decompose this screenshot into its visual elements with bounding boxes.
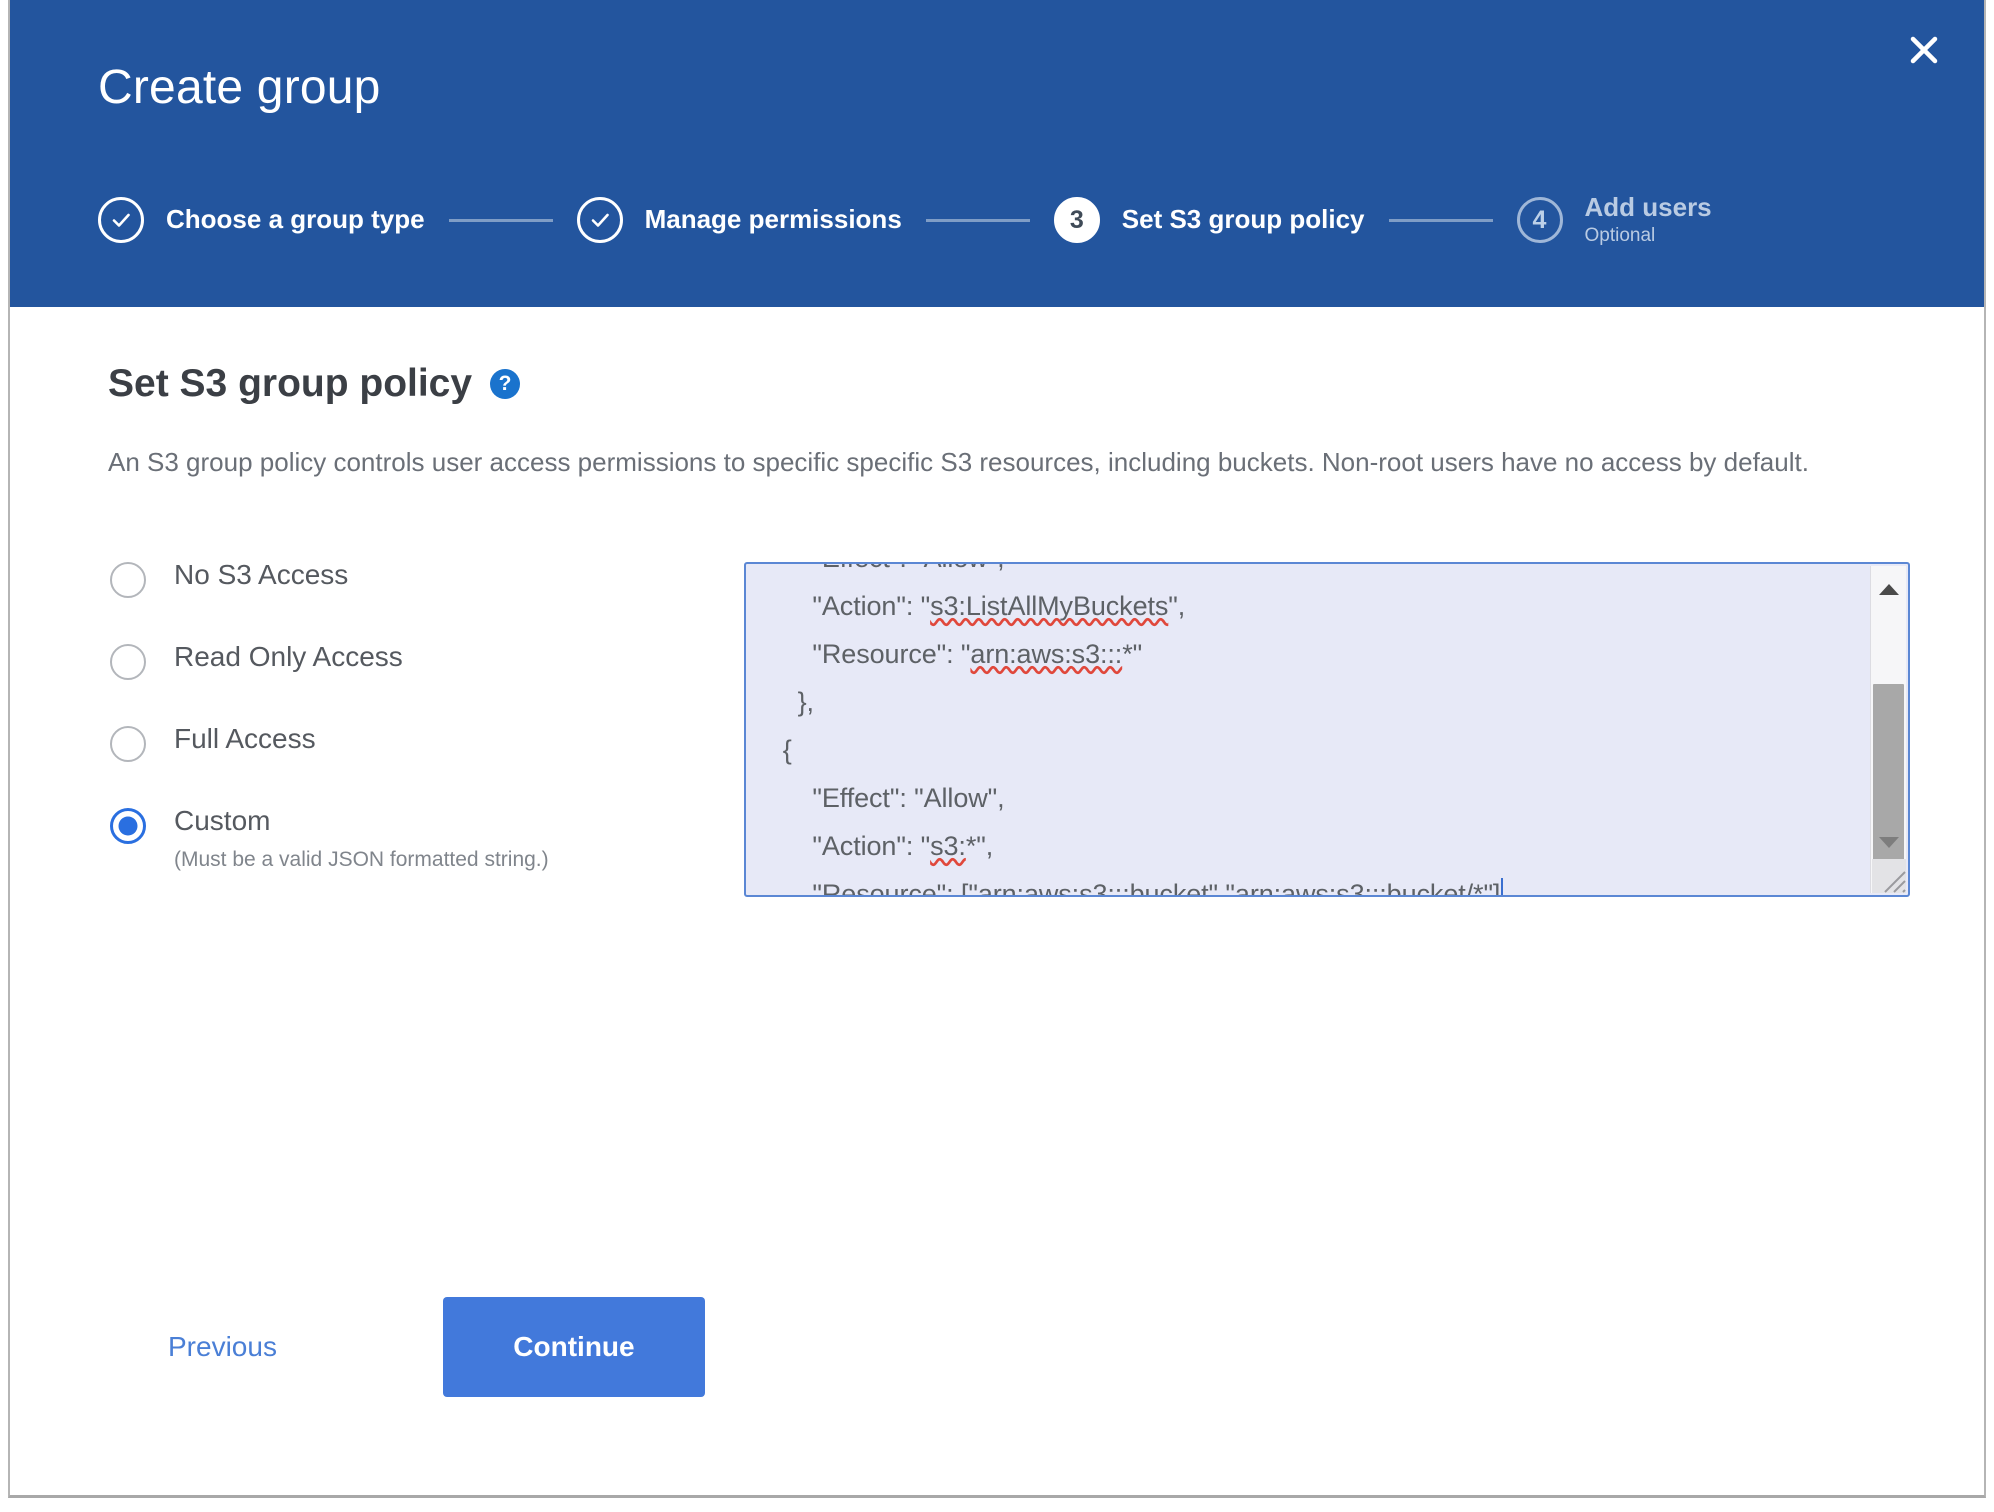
radio-option-no-s3-access[interactable]: No S3 Access	[110, 559, 670, 598]
step-3-number: 3	[1069, 205, 1084, 234]
radio-mark-no-s3-access[interactable]	[110, 562, 146, 598]
step-connector-1	[448, 218, 553, 222]
step-connector-3	[1388, 218, 1493, 222]
step-3-number-badge: 3	[1053, 197, 1100, 243]
modal-footer: Previous Continue	[10, 1295, 1984, 1399]
radio-option-full-access[interactable]: Full Access	[110, 723, 670, 762]
radio-mark-custom[interactable]	[110, 808, 146, 844]
modal-header: Create group Choose a group type Manage …	[10, 0, 1984, 307]
radio-mark-full-access[interactable]	[110, 726, 146, 762]
triangle-up-icon[interactable]	[1871, 574, 1906, 604]
page-title: Set S3 group policy	[108, 362, 473, 405]
resize-grip-icon[interactable]	[1872, 859, 1906, 893]
policy-json-content: "Effect": "Allow", "Action": "s3:ListAll…	[768, 564, 1828, 895]
section-heading-row: Set S3 group policy ?	[108, 362, 521, 405]
radio-option-read-only-access[interactable]: Read Only Access	[110, 641, 670, 680]
modal-body: Set S3 group policy ? An S3 group policy…	[10, 307, 1984, 1495]
s3-policy-radio-group: No S3 Access Read Only Access Full Acces…	[110, 559, 670, 872]
radio-label-read-only-access: Read Only Access	[174, 641, 403, 672]
section-description: An S3 group policy controls user access …	[108, 447, 1809, 477]
close-icon[interactable]	[1896, 22, 1952, 78]
create-group-modal: Create group Choose a group type Manage …	[8, 0, 1986, 1498]
step-manage-permissions[interactable]: Manage permissions	[576, 197, 902, 243]
radio-hint-custom: (Must be a valid JSON formatted string.)	[174, 847, 549, 871]
previous-button[interactable]: Previous	[168, 1333, 277, 1361]
policy-line: "Effect": "Allow",	[768, 564, 1004, 573]
policy-line: {	[768, 735, 792, 765]
policy-line: "Resource": ["arn:aws:s3:::bucket","arn:…	[768, 878, 1504, 895]
policy-line: },	[768, 687, 814, 717]
step-4-sublabel: Optional	[1584, 225, 1656, 246]
wizard-stepper: Choose a group type Manage permissions 3…	[98, 188, 1712, 252]
textarea-vertical-scrollbar[interactable]	[1870, 566, 1906, 893]
policy-line: "Action": "s3:*",	[768, 831, 994, 861]
radio-mark-read-only-access[interactable]	[110, 644, 146, 680]
step-4-number: 4	[1532, 205, 1547, 234]
step-3-label: Set S3 group policy	[1121, 204, 1365, 235]
step-1-check-icon	[98, 197, 144, 243]
radio-label-custom: Custom	[174, 805, 271, 836]
continue-button[interactable]: Continue	[442, 1297, 705, 1397]
step-choose-a-group-type[interactable]: Choose a group type	[98, 197, 425, 243]
triangle-down-icon[interactable]	[1871, 827, 1906, 857]
text-cursor	[1501, 878, 1504, 895]
step-connector-2	[925, 218, 1030, 222]
policy-line: "Resource": "arn:aws:s3:::*"	[768, 639, 1143, 669]
step-4-number-badge: 4	[1516, 197, 1563, 243]
help-icon[interactable]: ?	[490, 368, 521, 399]
policy-line: "Action": "s3:ListAllMyBuckets",	[768, 591, 1186, 621]
policy-line: "Effect": "Allow",	[768, 783, 1005, 813]
step-4-label: Add users	[1584, 192, 1712, 223]
policy-json-textarea[interactable]: "Effect": "Allow", "Action": "s3:ListAll…	[744, 562, 1910, 897]
step-set-s3-group-policy[interactable]: 3 Set S3 group policy	[1053, 197, 1365, 243]
step-2-check-icon	[576, 197, 623, 243]
modal-title: Create group	[98, 61, 381, 114]
radio-option-custom[interactable]: Custom (Must be a valid JSON formatted s…	[110, 805, 670, 872]
step-add-users[interactable]: 4 Add users Optional	[1516, 192, 1712, 247]
radio-label-full-access: Full Access	[174, 723, 316, 754]
step-1-label: Choose a group type	[166, 204, 425, 235]
radio-label-no-s3-access: No S3 Access	[174, 559, 349, 590]
step-2-label: Manage permissions	[644, 204, 902, 235]
